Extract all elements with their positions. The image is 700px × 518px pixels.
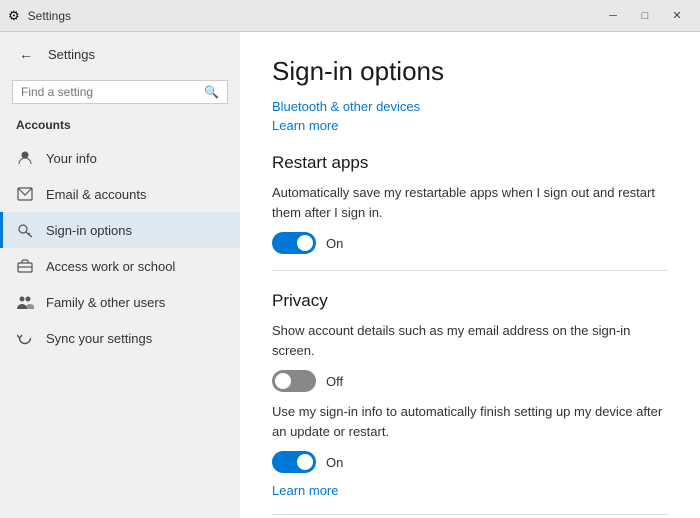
privacy-sub2-toggle[interactable]: [272, 451, 316, 473]
privacy-sub1-desc: Show account details such as my email ad…: [272, 321, 668, 360]
page-title: Sign-in options: [272, 56, 668, 87]
family-icon: [16, 293, 34, 311]
restart-apps-toggle-label: On: [326, 236, 343, 251]
sidebar-app-title: Settings: [48, 47, 95, 62]
sidebar-item-label-email: Email & accounts: [46, 187, 146, 202]
sidebar-nav-top: ← Settings: [0, 32, 240, 76]
sidebar-section-label: Accounts: [0, 114, 240, 140]
back-button[interactable]: ←: [12, 40, 40, 68]
main-panel: Sign-in options Bluetooth & other device…: [240, 32, 700, 518]
privacy-sub1-toggle[interactable]: [272, 370, 316, 392]
sidebar-item-sync-settings[interactable]: Sync your settings: [0, 320, 240, 356]
bluetooth-link[interactable]: Bluetooth & other devices: [272, 99, 668, 114]
maximize-button[interactable]: □: [630, 6, 660, 26]
sidebar-item-label-access-work: Access work or school: [46, 259, 175, 274]
privacy-sub2-desc: Use my sign-in info to automatically fin…: [272, 402, 668, 441]
restart-apps-toggle-row: On: [272, 232, 668, 254]
sidebar-item-label-sign-in: Sign-in options: [46, 223, 132, 238]
learn-more-top-link[interactable]: Learn more: [272, 118, 668, 133]
app-body: ← Settings 🔍 Accounts Your info: [0, 32, 700, 518]
title-bar-title: Settings: [28, 9, 71, 23]
search-icon: 🔍: [204, 85, 219, 99]
restart-apps-section: Restart apps Automatically save my resta…: [272, 153, 668, 254]
email-icon: [16, 185, 34, 203]
divider-1: [272, 270, 668, 271]
search-box[interactable]: 🔍: [12, 80, 228, 104]
settings-icon: ⚙: [8, 8, 20, 24]
sidebar-item-label-your-info: Your info: [46, 151, 97, 166]
sidebar-item-label-sync: Sync your settings: [46, 331, 152, 346]
briefcase-icon: [16, 257, 34, 275]
person-icon: [16, 149, 34, 167]
privacy-sub1-toggle-row: Off: [272, 370, 668, 392]
privacy-learn-more-link[interactable]: Learn more: [272, 483, 668, 498]
key-icon: [16, 221, 34, 239]
privacy-sub2-toggle-label: On: [326, 455, 343, 470]
privacy-title: Privacy: [272, 291, 668, 311]
privacy-section: Privacy Show account details such as my …: [272, 291, 668, 498]
restart-apps-toggle[interactable]: [272, 232, 316, 254]
privacy-sub1-toggle-label: Off: [326, 374, 343, 389]
sidebar-item-sign-in-options[interactable]: Sign-in options: [0, 212, 240, 248]
sidebar: ← Settings 🔍 Accounts Your info: [0, 32, 240, 518]
restart-apps-desc: Automatically save my restartable apps w…: [272, 183, 668, 222]
restart-apps-title: Restart apps: [272, 153, 668, 173]
privacy-sub2-toggle-row: On: [272, 451, 668, 473]
sync-icon: [16, 329, 34, 347]
title-bar-controls: ─ □ ✕: [598, 6, 692, 26]
sidebar-item-email-accounts[interactable]: Email & accounts: [0, 176, 240, 212]
minimize-button[interactable]: ─: [598, 6, 628, 26]
sidebar-item-label-family: Family & other users: [46, 295, 165, 310]
close-button[interactable]: ✕: [662, 6, 692, 26]
title-bar-left: ⚙ Settings: [8, 8, 71, 24]
sidebar-item-access-work[interactable]: Access work or school: [0, 248, 240, 284]
title-bar: ⚙ Settings ─ □ ✕: [0, 0, 700, 32]
sidebar-item-your-info[interactable]: Your info: [0, 140, 240, 176]
divider-2: [272, 514, 668, 515]
sidebar-item-family-users[interactable]: Family & other users: [0, 284, 240, 320]
search-input[interactable]: [21, 85, 198, 99]
